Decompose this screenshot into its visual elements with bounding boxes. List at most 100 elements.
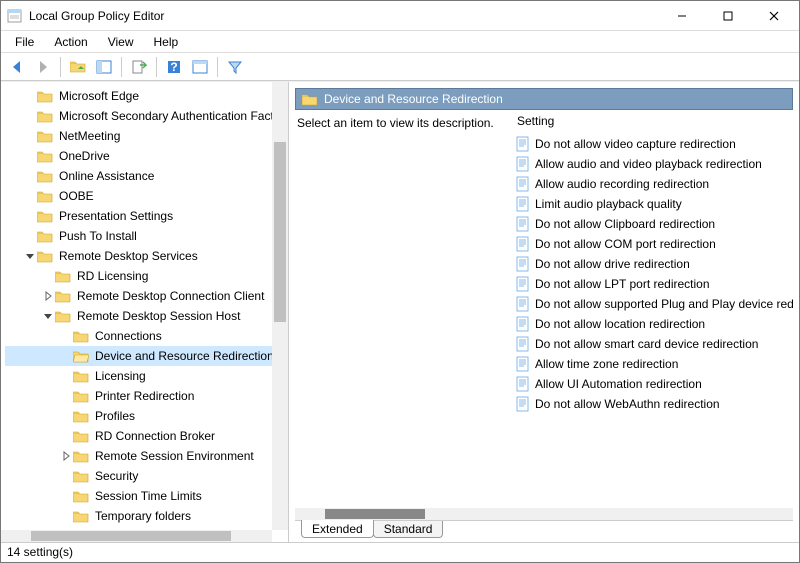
setting-item[interactable]: Do not allow supported Plug and Play dev…	[515, 294, 793, 314]
folder-icon	[37, 229, 53, 243]
policy-icon	[515, 136, 531, 152]
maximize-button[interactable]	[705, 1, 751, 31]
details-body: Select an item to view its description. …	[295, 114, 793, 508]
filter-button[interactable]	[223, 55, 247, 79]
setting-item[interactable]: Do not allow LPT port redirection	[515, 274, 793, 294]
setting-item[interactable]: Do not allow location redirection	[515, 314, 793, 334]
policy-icon	[515, 336, 531, 352]
details-tabs: Extended Standard	[295, 520, 793, 542]
setting-label: Do not allow video capture redirection	[535, 137, 736, 151]
folder-icon	[37, 89, 53, 103]
tree-vertical-scrollbar[interactable]	[272, 82, 288, 530]
setting-item[interactable]: Allow audio recording redirection	[515, 174, 793, 194]
setting-item[interactable]: Limit audio playback quality	[515, 194, 793, 214]
tree-item[interactable]: Temporary folders	[5, 506, 288, 526]
help-button[interactable]: ?	[162, 55, 186, 79]
policy-icon	[515, 356, 531, 372]
tree-item[interactable]: OneDrive	[5, 146, 288, 166]
policy-icon	[515, 196, 531, 212]
toolbar-separator	[121, 57, 122, 77]
tree-item[interactable]: Push To Install	[5, 226, 288, 246]
show-hide-tree-button[interactable]	[92, 55, 116, 79]
tree-item[interactable]: Microsoft Secondary Authentication Facto…	[5, 106, 288, 126]
tree-item-label: Printer Redirection	[93, 389, 196, 403]
menu-view[interactable]: View	[98, 33, 144, 51]
tree-item[interactable]: Remote Desktop Connection Client	[5, 286, 288, 306]
column-header-setting[interactable]: Setting	[515, 114, 793, 134]
tree-item-label: Connections	[93, 329, 164, 343]
menu-action[interactable]: Action	[44, 33, 97, 51]
properties-button[interactable]	[188, 55, 212, 79]
setting-item[interactable]: Do not allow smart card device redirecti…	[515, 334, 793, 354]
export-list-button[interactable]	[127, 55, 151, 79]
tree-item[interactable]: Device and Resource Redirection	[5, 346, 288, 366]
tree-item-label: Online Assistance	[57, 169, 156, 183]
chevron-down-icon[interactable]	[23, 251, 37, 261]
tree-item-label: Remote Session Environment	[93, 449, 256, 463]
tab-standard[interactable]: Standard	[373, 521, 444, 538]
tree-item[interactable]: Connections	[5, 326, 288, 346]
tab-extended[interactable]: Extended	[301, 520, 374, 538]
setting-item[interactable]: Do not allow Clipboard redirection	[515, 214, 793, 234]
tree-item[interactable]: Online Assistance	[5, 166, 288, 186]
tree-item-label: Temporary folders	[93, 509, 193, 523]
tree-item-label: Microsoft Secondary Authentication Facto…	[57, 109, 286, 123]
close-button[interactable]	[751, 1, 797, 31]
setting-label: Allow UI Automation redirection	[535, 377, 702, 391]
tree-item[interactable]: Remote Session Environment	[5, 446, 288, 466]
tree-item[interactable]: Printer Redirection	[5, 386, 288, 406]
tree-item[interactable]: RD Licensing	[5, 266, 288, 286]
setting-label: Do not allow drive redirection	[535, 257, 690, 271]
setting-item[interactable]: Allow audio and video playback redirecti…	[515, 154, 793, 174]
tree-item[interactable]: Presentation Settings	[5, 206, 288, 226]
tree-item-label: Device and Resource Redirection	[93, 349, 276, 363]
tree-item[interactable]: Microsoft Edge	[5, 86, 288, 106]
tree-item[interactable]: Session Time Limits	[5, 486, 288, 506]
setting-item[interactable]: Do not allow video capture redirection	[515, 134, 793, 154]
tree-item-label: Presentation Settings	[57, 209, 175, 223]
tree-item[interactable]: Profiles	[5, 406, 288, 426]
minimize-button[interactable]	[659, 1, 705, 31]
chevron-down-icon[interactable]	[41, 311, 55, 321]
policy-icon	[515, 256, 531, 272]
setting-item[interactable]: Allow UI Automation redirection	[515, 374, 793, 394]
tree-item[interactable]: OOBE	[5, 186, 288, 206]
up-button[interactable]	[66, 55, 90, 79]
setting-item[interactable]: Do not allow WebAuthn redirection	[515, 394, 793, 414]
window: Local Group Policy Editor File Action Vi…	[0, 0, 800, 563]
tree-item-label: Licensing	[93, 369, 148, 383]
tree-item-label: RD Connection Broker	[93, 429, 217, 443]
tree-item[interactable]: NetMeeting	[5, 126, 288, 146]
toolbar-separator	[60, 57, 61, 77]
policy-icon	[515, 156, 531, 172]
setting-label: Do not allow WebAuthn redirection	[535, 397, 720, 411]
chevron-right-icon[interactable]	[59, 451, 73, 461]
description-text: Select an item to view its description.	[297, 116, 509, 130]
tree-item-label: NetMeeting	[57, 129, 122, 143]
details-horizontal-scrollbar[interactable]	[295, 508, 793, 520]
folder-icon	[37, 149, 53, 163]
tree-item[interactable]: Security	[5, 466, 288, 486]
tree-item[interactable]: Remote Desktop Session Host	[5, 306, 288, 326]
setting-item[interactable]: Allow time zone redirection	[515, 354, 793, 374]
folder-icon	[37, 129, 53, 143]
tree-item[interactable]: RD Connection Broker	[5, 426, 288, 446]
back-button[interactable]	[5, 55, 29, 79]
tree-item[interactable]: Licensing	[5, 366, 288, 386]
titlebar: Local Group Policy Editor	[1, 1, 799, 31]
policy-icon	[515, 396, 531, 412]
tree-item-label: Remote Desktop Connection Client	[75, 289, 266, 303]
forward-button[interactable]	[31, 55, 55, 79]
tree-pane[interactable]: Microsoft Edge Microsoft Secondary Authen…	[1, 82, 289, 542]
menubar: File Action View Help	[1, 31, 799, 53]
menu-file[interactable]: File	[5, 33, 44, 51]
tree-horizontal-scrollbar[interactable]	[1, 530, 272, 542]
toolbar: ?	[1, 53, 799, 81]
setting-item[interactable]: Do not allow drive redirection	[515, 254, 793, 274]
tree-item[interactable]: Remote Desktop Services	[5, 246, 288, 266]
chevron-right-icon[interactable]	[41, 291, 55, 301]
tree-item-label: OneDrive	[57, 149, 112, 163]
folder-icon	[37, 169, 53, 183]
setting-item[interactable]: Do not allow COM port redirection	[515, 234, 793, 254]
menu-help[interactable]: Help	[144, 33, 189, 51]
